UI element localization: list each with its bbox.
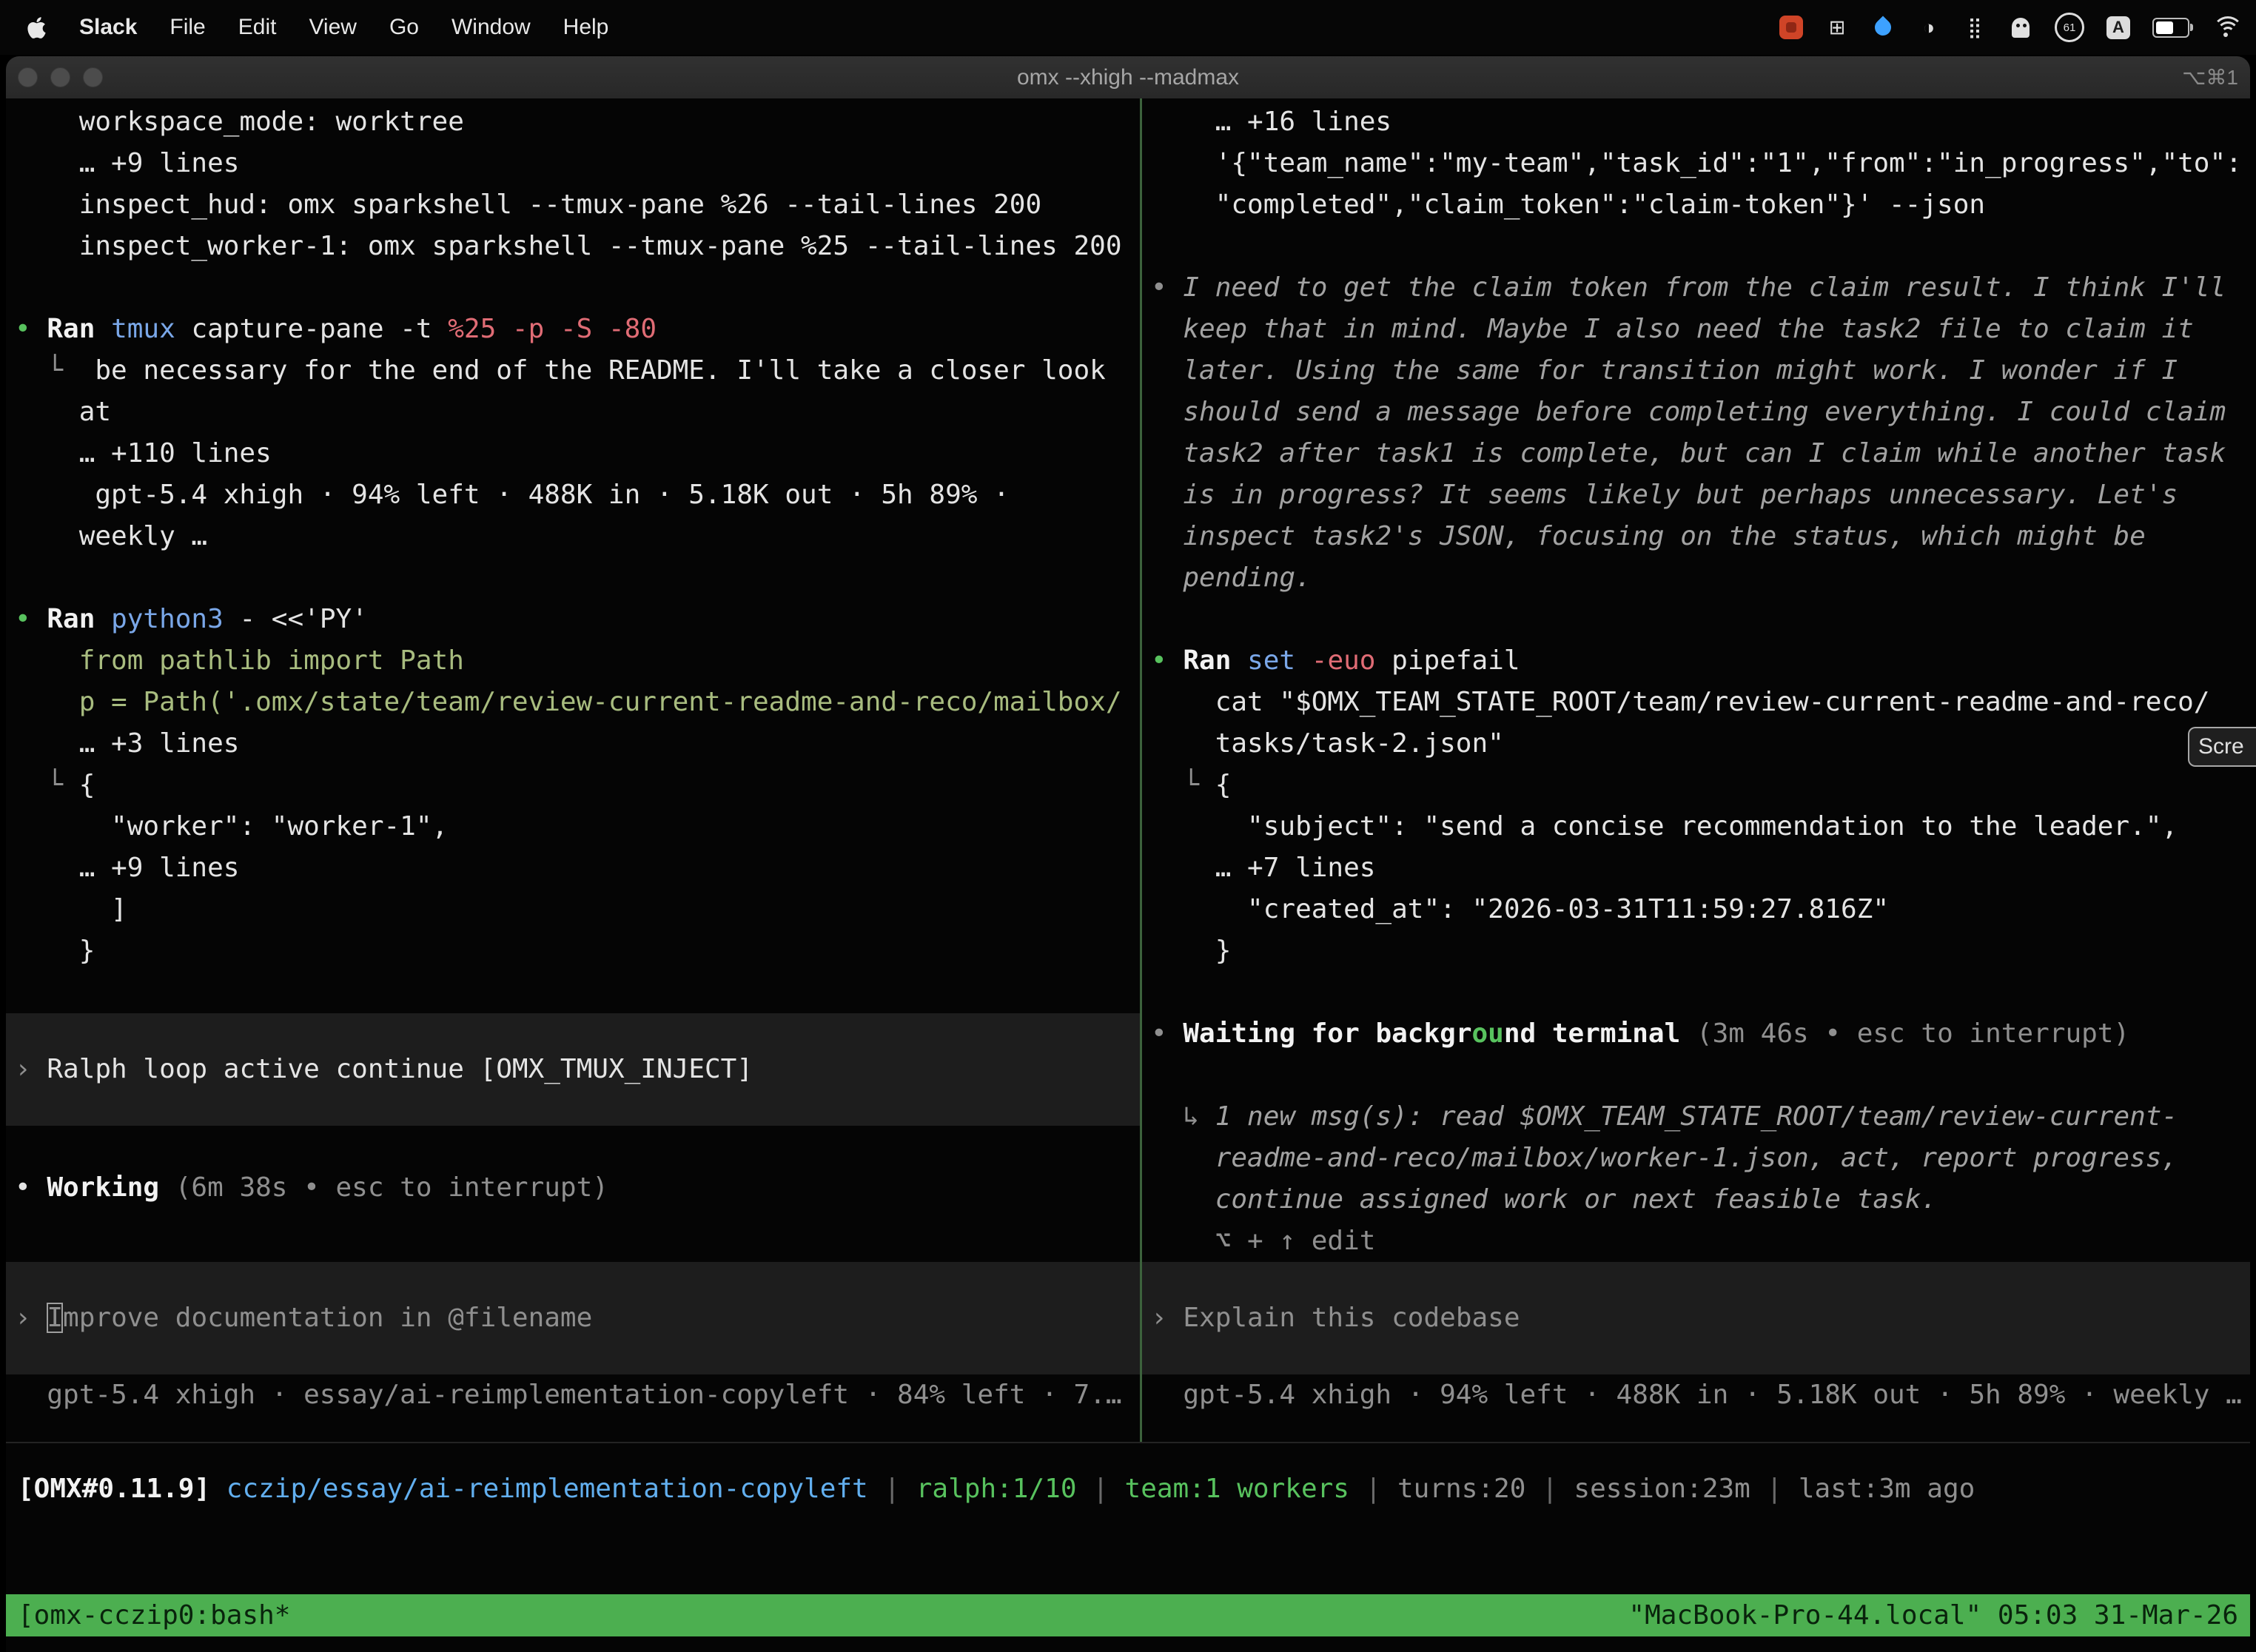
tmux-panes: workspace_mode: worktree … +9 lines insp… [6,98,2250,1442]
injected-message-band: › Ralph loop active continue [OMX_TMUX_I… [6,1013,1140,1126]
terminal-line: } [15,930,1140,972]
menu-bar-status-icons: ⊞ ◑ ⣿ 61 A [1779,13,2256,42]
terminal-line: should send a message before completing … [1151,392,2250,433]
ghost-icon[interactable] [2009,14,2032,41]
omx-session-summary: [OMX#0.11.9] cczip/essay/ai-reimplementa… [18,1468,2250,1510]
terminal-line [15,1126,1140,1167]
terminal-line: pending. [1151,557,2250,599]
terminal-line: continue assigned work or next feasible … [1151,1179,2250,1220]
terminal-line: at [15,392,1140,433]
prompt-input-band[interactable]: › Improve documentation in @filename [6,1262,1140,1374]
terminal-line: "completed","claim_token":"claim-token"}… [1151,184,2250,226]
terminal-line [15,557,1140,599]
menu-go[interactable]: Go [389,15,419,40]
terminal-line [1151,599,2250,640]
drop-shape [1871,16,1894,38]
terminal-line: p = Path('.omx/state/team/review-current… [15,682,1140,723]
terminal-line: cat "$OMX_TEAM_STATE_ROOT/team/review-cu… [1151,682,2250,723]
terminal-line: • Working (6m 38s • esc to interrupt) [15,1167,1140,1209]
tmux-host-and-clock: "MacBook-Pro-44.local" 05:03 31-Mar-26 [1628,1600,2238,1631]
terminal-line: weekly … [15,516,1140,557]
apple-menu-icon[interactable] [27,16,47,40]
terminal-line: tasks/task-2.json" [1151,723,2250,765]
prompt-input-band[interactable]: › Explain this codebase [1142,1262,2250,1374]
right-pane: … +16 lines '{"team_name":"my-team","tas… [1142,98,2250,1442]
terminal-line: inspect_worker-1: omx sparkshell --tmux-… [15,226,1140,267]
terminal-line: ↳ 1 new msg(s): read $OMX_TEAM_STATE_ROO… [1151,1096,2250,1138]
gauge-icon[interactable]: 61 [2055,13,2084,42]
terminal-line: later. Using the same for transition mig… [1151,350,2250,392]
terminal-line: • Waiting for background terminal (3m 46… [1151,1013,2250,1055]
terminal-line: … +9 lines [15,847,1140,889]
terminal-line: • Ran set -euo pipefail [1151,640,2250,682]
terminal-line: inspect_hud: omx sparkshell --tmux-pane … [15,184,1140,226]
menu-window[interactable]: Window [451,15,531,40]
menu-file[interactable]: File [169,15,205,40]
terminal-line: '{"team_name":"my-team","task_id":"1","f… [1151,143,2250,184]
terminal-window: omx --xhigh --madmax ⌥⌘1 workspace_mode:… [6,56,2250,1652]
menu-app-name[interactable]: Slack [79,15,137,40]
terminal-line: … +3 lines [15,723,1140,765]
window-shortcut-hint: ⌥⌘1 [2182,56,2238,98]
terminal-line [1151,1055,2250,1096]
terminal-line: } [1151,930,2250,972]
terminal-line: … +9 lines [15,143,1140,184]
terminal-line: readme-and-reco/mailbox/worker-1.json, a… [1151,1138,2250,1179]
terminal-line [1151,226,2250,267]
terminal-line: gpt-5.4 xhigh · 94% left · 488K in · 5.1… [1151,1374,2250,1416]
terminal-line: is in progress? It seems likely but perh… [1151,474,2250,516]
terminal-line: • Ran tmux capture-pane -t %25 -p -S -80 [15,309,1140,350]
terminal-line: task2 after task1 is complete, but can I… [1151,433,2250,474]
terminal-line: "worker": "worker-1", [15,806,1140,847]
terminal-line: workspace_mode: worktree [15,101,1140,143]
terminal-line: inspect task2's JSON, focusing on the st… [1151,516,2250,557]
terminal-line: gpt-5.4 xhigh · essay/ai-reimplementatio… [15,1374,1140,1416]
terminal-line: … +110 lines [15,433,1140,474]
menu-help[interactable]: Help [563,15,609,40]
terminal-line: … +16 lines [1151,101,2250,143]
menu-bar: Slack File Edit View Go Window Help ⊞ ◑ … [0,0,2256,55]
dots-grid-icon[interactable]: ⣿ [1963,14,1987,41]
terminal-line: "created_at": "2026-03-31T11:59:27.816Z" [1151,889,2250,930]
desktop: Slack File Edit View Go Window Help ⊞ ◑ … [0,0,2256,1652]
window-title: omx --xhigh --madmax [6,56,2250,98]
omx-status-line: [OMX#0.11.9] cczip/essay/ai-reimplementa… [6,1442,2250,1510]
title-bar[interactable]: omx --xhigh --madmax ⌥⌘1 [6,56,2250,99]
terminal-line: • Ran python3 - <<'PY' [15,599,1140,640]
left-pane: workspace_mode: worktree … +9 lines insp… [6,98,1140,1442]
spacer [15,1209,1140,1262]
menu-view[interactable]: View [309,15,356,40]
terminal-line [15,267,1140,309]
battery-icon[interactable] [2152,18,2189,38]
terminal-line: ] [15,889,1140,930]
terminal-line [15,972,1140,1013]
screen-share-popup[interactable]: Scre [2188,727,2256,767]
keyboard-input-source-icon[interactable]: A [2106,16,2130,39]
terminal-line: keep that in mind. Maybe I also need the… [1151,309,2250,350]
contrast-icon[interactable]: ◑ [1917,14,1941,41]
terminal-line: └ be necessary for the end of the README… [15,350,1140,392]
terminal-line: "subject": "send a concise recommendatio… [1151,806,2250,847]
ghost-shape [2012,18,2030,38]
screen-record-indicator-icon[interactable] [1779,16,1803,39]
terminal-line: • I need to get the claim token from the… [1151,267,2250,309]
tmux-session-name: [omx-cczip0:bash* [18,1600,290,1631]
terminal-line: ⌥ + ↑ edit [1151,1220,2250,1262]
terminal-line: └ { [15,765,1140,806]
color-drop-icon[interactable] [1871,14,1895,41]
terminal-line: └ { [1151,765,2250,806]
window-grid-icon[interactable]: ⊞ [1825,14,1849,41]
terminal-line: gpt-5.4 xhigh · 94% left · 488K in · 5.1… [15,474,1140,516]
terminal-line [1151,972,2250,1013]
tmux-status-bar: [omx-cczip0:bash* "MacBook-Pro-44.local"… [6,1594,2250,1636]
wifi-icon[interactable] [2212,16,2240,38]
menu-edit[interactable]: Edit [238,15,277,40]
terminal-line: … +7 lines [1151,847,2250,889]
menu-bar-left: Slack File Edit View Go Window Help [0,15,608,40]
terminal-line: from pathlib import Path [15,640,1140,682]
